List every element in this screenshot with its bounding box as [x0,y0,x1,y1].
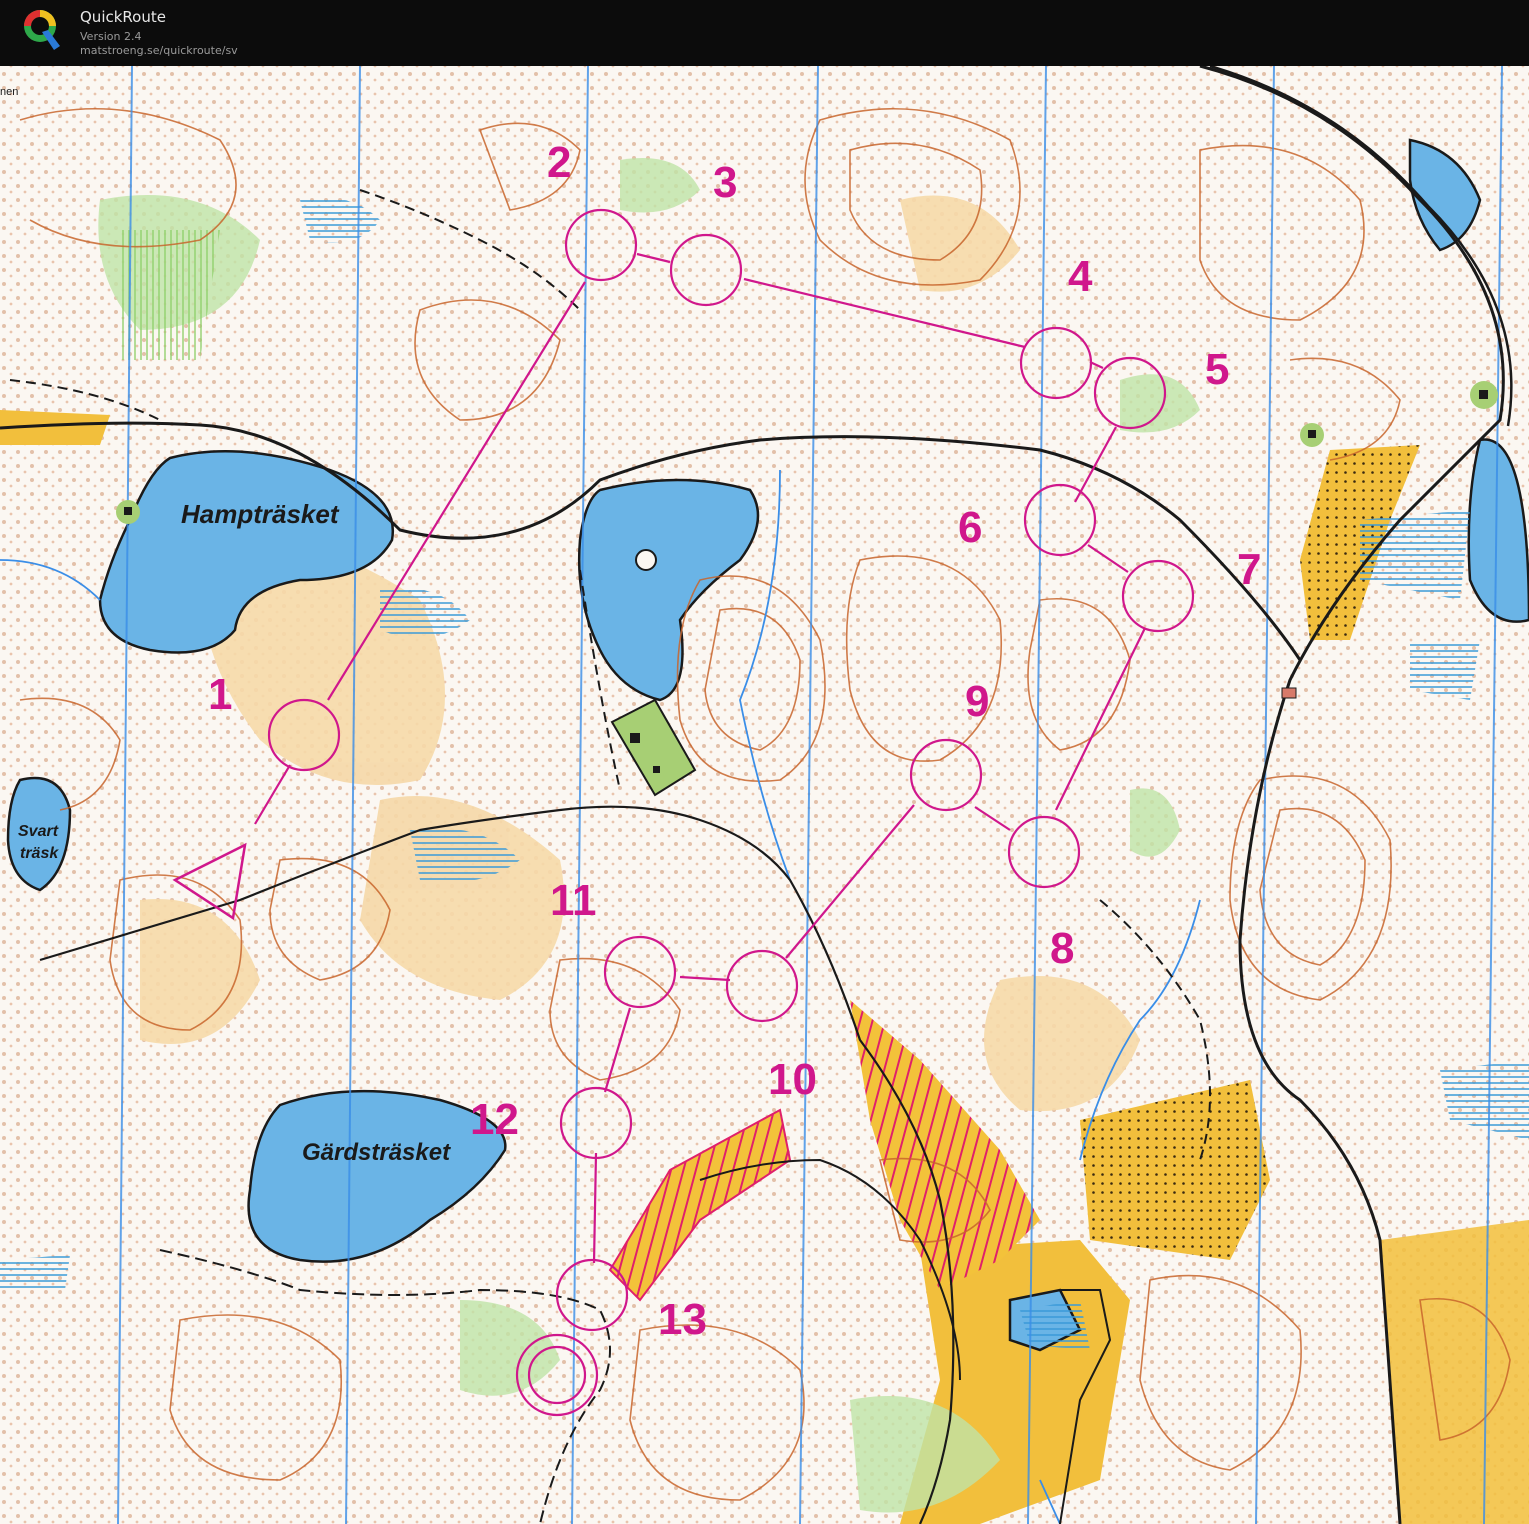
control-number-4: 4 [1068,252,1093,301]
quickroute-logo-icon [24,10,60,50]
app-version: Version 2.4 [80,30,142,43]
map-canvas: Hampträsket Gärdsträsket Svart träsk nen… [0,66,1529,1524]
control-number-11: 11 [550,876,597,925]
control-number-13: 13 [658,1295,707,1344]
control-number-12: 12 [470,1095,519,1144]
label-trask: träsk [20,845,59,862]
edge-text: nen [0,86,18,98]
title-bar: QuickRoute Version 2.4 matstroeng.se/qui… [0,0,1529,66]
control-number-1: 1 [208,670,232,719]
control-number-7: 7 [1237,545,1261,594]
control-number-9: 9 [965,677,989,726]
control-number-2: 2 [547,138,571,187]
control-number-5: 5 [1205,345,1229,394]
app-url[interactable]: matstroeng.se/quickroute/sv [80,44,238,57]
orienteering-map[interactable]: Hampträsket Gärdsträsket Svart träsk nen… [0,66,1529,1524]
control-number-3: 3 [713,158,737,207]
app-title: QuickRoute [80,8,166,26]
control-number-8: 8 [1050,924,1074,973]
yellow-field-southeast [1380,1220,1529,1524]
label-svart: Svart [18,823,59,840]
control-number-6: 6 [958,503,982,552]
control-number-10: 10 [768,1055,817,1104]
label-gardstrasket: Gärdsträsket [302,1139,451,1166]
label-hamptrasket: Hampträsket [181,499,340,529]
island-icon [635,549,657,571]
